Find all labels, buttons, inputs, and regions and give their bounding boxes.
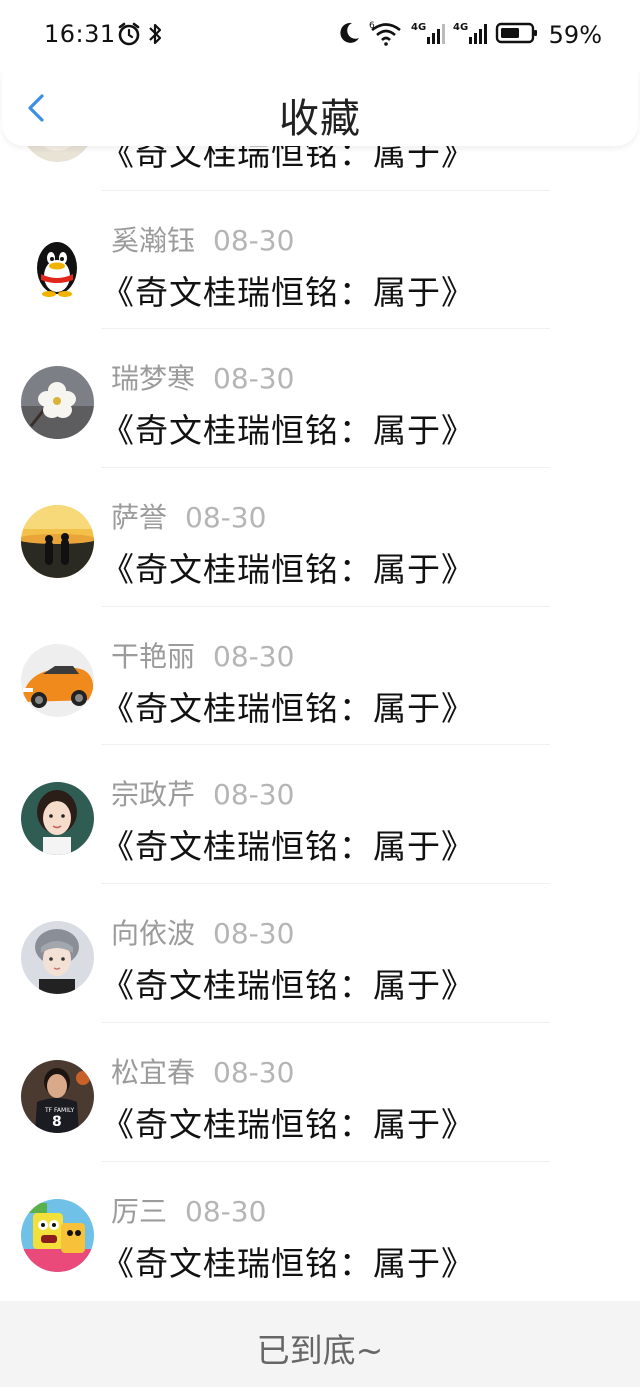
favorite-date: 08-30	[213, 1055, 295, 1089]
avatar	[21, 366, 94, 440]
avatar	[21, 227, 94, 301]
avatar	[21, 505, 94, 579]
wifi-badge: 6	[369, 21, 375, 31]
svg-text:4G: 4G	[453, 22, 468, 33]
alarm-icon	[117, 21, 141, 51]
list-item[interactable]: 向依波 08-30 《奇文桂瑞恒铭：属于》	[0, 884, 640, 1023]
battery-percent: 59%	[548, 21, 602, 49]
status-bar: 16:31 6 4G 4G 59%	[0, 0, 640, 70]
user-name: 厉三	[111, 1194, 168, 1228]
favorite-date: 08-30	[213, 223, 295, 257]
favorite-date: 08-30	[213, 639, 295, 673]
user-name: 宗政芹	[111, 778, 196, 812]
svg-text:TF FAMILY: TF FAMILY	[44, 1107, 75, 1114]
book-title: 《奇文桂瑞恒铭：属于》	[101, 272, 475, 312]
user-name: 萨誉	[111, 501, 168, 535]
book-title: 《奇文桂瑞恒铭：属于》	[101, 827, 475, 867]
end-of-list-text: 已到底~	[256, 1331, 384, 1370]
avatar: TF FAMILY 8	[21, 1059, 94, 1133]
book-title: 《奇文桂瑞恒铭：属于》	[101, 688, 475, 728]
list-item[interactable]: 萨誉 08-30 《奇文桂瑞恒铭：属于》	[0, 468, 640, 607]
list-item[interactable]: 宗政芹 08-30 《奇文桂瑞恒铭：属于》	[0, 745, 640, 885]
svg-text:4G: 4G	[411, 22, 426, 33]
favorites-screen: 16:31 6 4G 4G 59% 《奇文桂瑞恒铭：属于》 奚瀚钰 08-30 …	[0, 0, 640, 1387]
avatar	[21, 921, 94, 995]
cellular-signal-icon: 4G	[411, 20, 445, 50]
favorite-date: 08-30	[213, 362, 295, 396]
favorite-date: 08-30	[185, 501, 267, 535]
svg-text:8: 8	[52, 1114, 62, 1130]
book-title: 《奇文桂瑞恒铭：属于》	[101, 966, 475, 1006]
user-name: 瑞梦寒	[111, 362, 196, 396]
user-name: 奚瀚钰	[111, 223, 196, 257]
favorite-date: 08-30	[213, 778, 295, 812]
battery-icon	[495, 20, 539, 50]
avatar	[21, 643, 94, 717]
status-time: 16:31	[44, 20, 116, 48]
avatar	[21, 782, 94, 856]
list-item[interactable]: 奚瀚钰 08-30 《奇文桂瑞恒铭：属于》	[0, 191, 640, 330]
user-name: 向依波	[111, 917, 196, 951]
book-title: 《奇文桂瑞恒铭：属于》	[101, 1243, 475, 1283]
wifi-icon: 6	[369, 20, 403, 50]
favorites-list: 《奇文桂瑞恒铭：属于》 奚瀚钰 08-30 《奇文桂瑞恒铭：属于》 瑞梦寒 08…	[0, 52, 640, 1300]
favorite-date: 08-30	[185, 1194, 267, 1228]
moon-icon	[337, 20, 361, 50]
favorite-date: 08-30	[213, 917, 295, 951]
nav-header: 收藏	[2, 68, 638, 146]
list-item[interactable]: TF FAMILY 8 松宜春 08-30 《奇文桂瑞恒铭：属于》	[0, 1023, 640, 1162]
book-title: 《奇文桂瑞恒铭：属于》	[101, 411, 475, 451]
list-item[interactable]: 厉三 08-30 《奇文桂瑞恒铭：属于》	[0, 1162, 640, 1301]
user-name: 干艳丽	[111, 639, 196, 673]
bluetooth-icon	[147, 21, 163, 51]
list-item[interactable]: 瑞梦寒 08-30 《奇文桂瑞恒铭：属于》	[0, 329, 640, 469]
book-title: 《奇文桂瑞恒铭：属于》	[101, 1104, 475, 1144]
user-name: 松宜春	[111, 1055, 196, 1089]
page-title: 收藏	[279, 96, 361, 142]
cellular-signal-icon-2: 4G	[453, 20, 487, 50]
list-item[interactable]: 干艳丽 08-30 《奇文桂瑞恒铭：属于》	[0, 607, 640, 746]
avatar	[21, 1198, 94, 1272]
end-of-list-footer: 已到底~	[0, 1301, 640, 1387]
book-title: 《奇文桂瑞恒铭：属于》	[101, 550, 475, 590]
